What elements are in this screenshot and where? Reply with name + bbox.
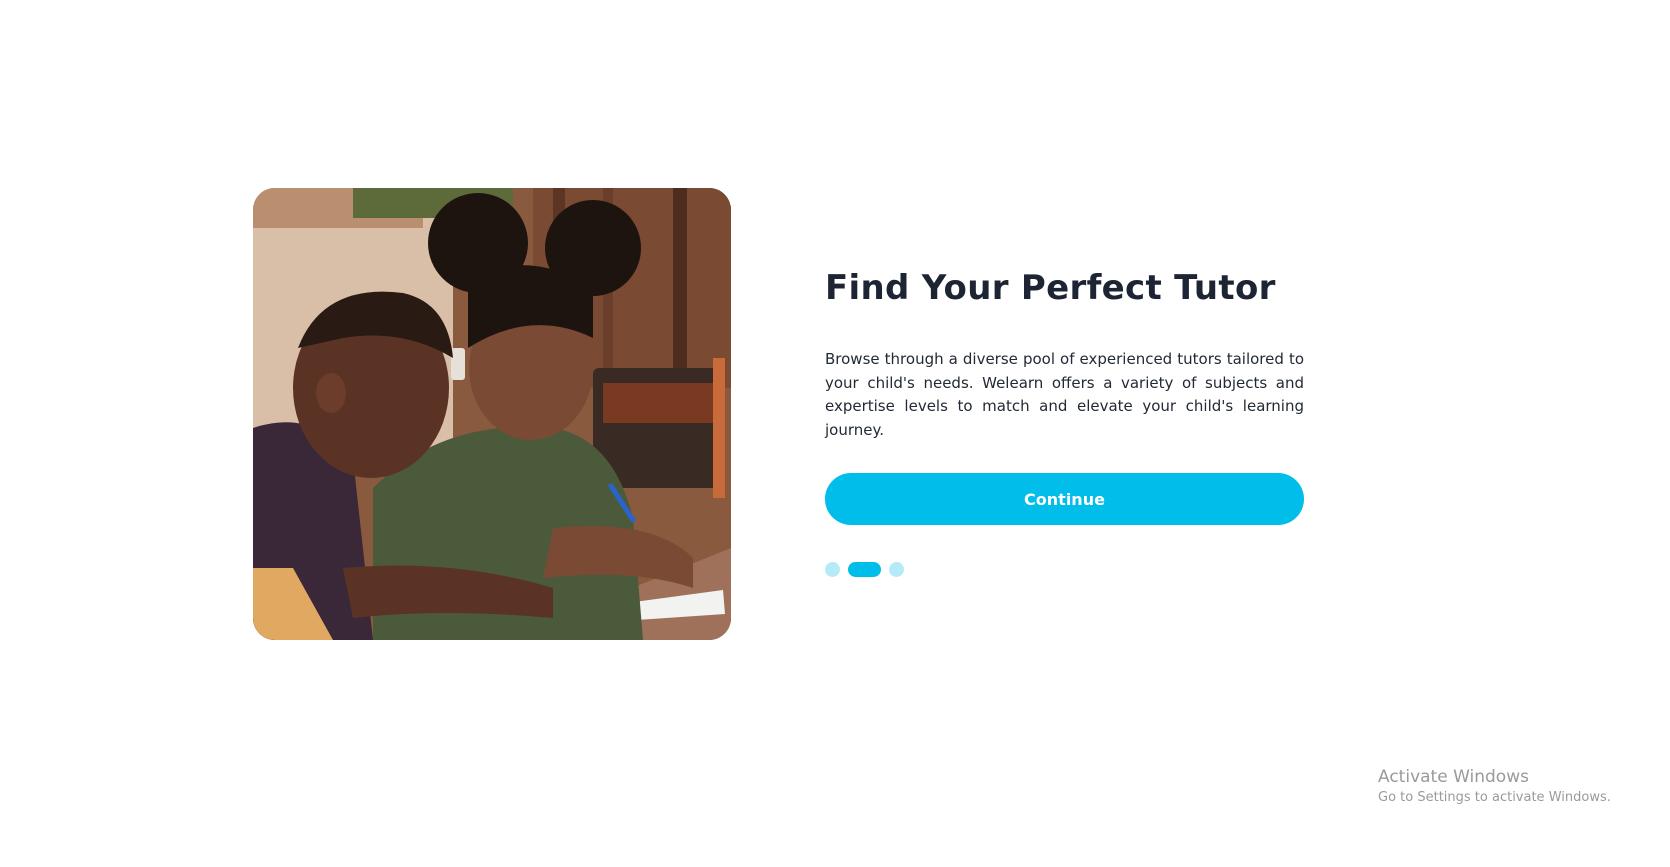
slide-pagination [825,562,904,577]
onboarding-page: Find Your Perfect Tutor Browse through a… [0,0,1670,867]
watermark-title: Activate Windows [1378,767,1529,787]
page-description: Browse through a diverse pool of experie… [825,350,1304,439]
pagination-dot-2-active[interactable] [848,562,881,577]
page-title: Find Your Perfect Tutor [825,268,1276,308]
onboarding-content: Find Your Perfect Tutor Browse through a… [825,262,1304,442]
continue-button[interactable]: Continue [825,473,1304,525]
pagination-dot-3[interactable] [889,562,904,577]
pagination-dot-1[interactable] [825,562,840,577]
windows-activation-watermark: Activate Windows Go to Settings to activ… [1378,765,1611,807]
tutor-and-child-photo [253,188,731,640]
watermark-subtitle: Go to Settings to activate Windows. [1378,790,1611,805]
